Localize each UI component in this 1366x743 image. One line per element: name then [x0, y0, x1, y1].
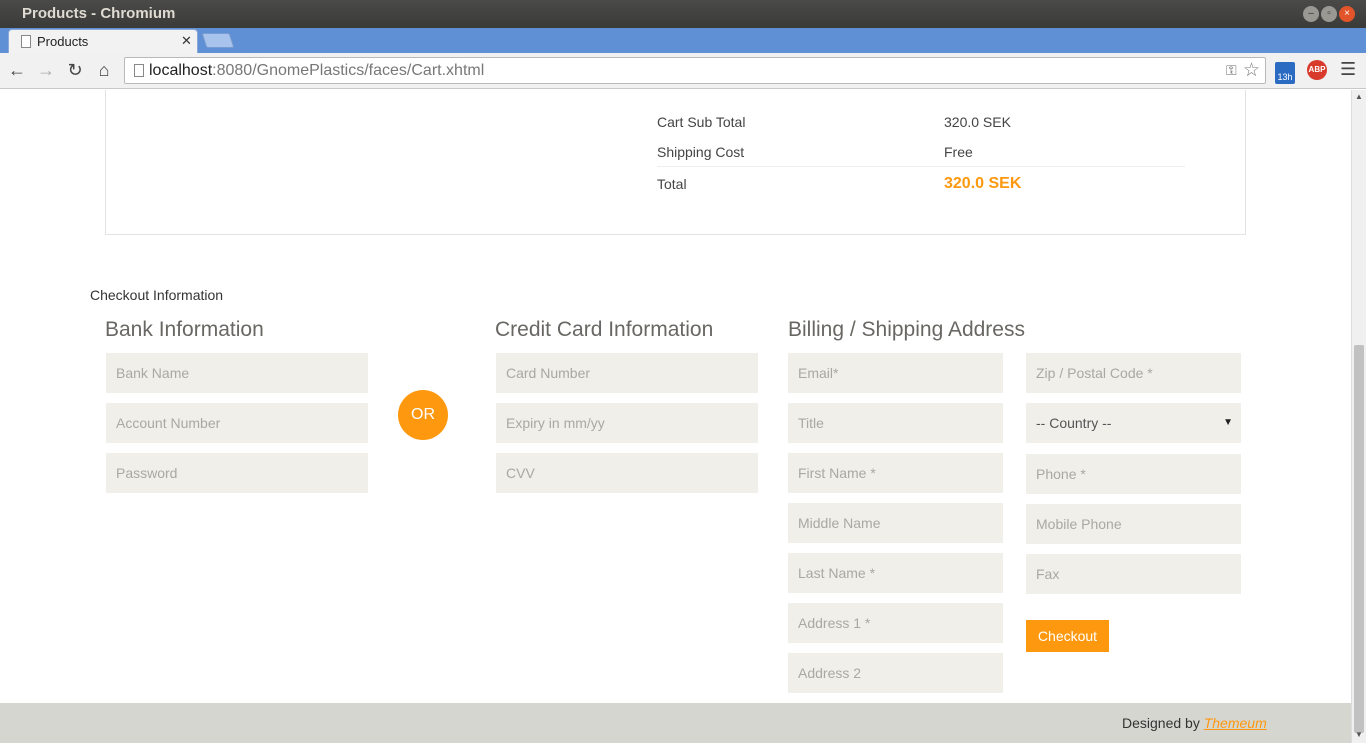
card-heading: Credit Card Information: [495, 318, 714, 341]
password-input[interactable]: [106, 453, 368, 493]
subtotal-value: 320.0 SEK: [944, 114, 1011, 130]
page-icon: [134, 64, 144, 77]
maximize-icon[interactable]: ▫: [1321, 6, 1337, 22]
chevron-down-icon: ▼: [1223, 417, 1233, 428]
vertical-scrollbar[interactable]: ▲ ▼: [1351, 90, 1366, 743]
total-value: 320.0 SEK: [944, 175, 1022, 192]
browser-toolbar: ← → ↻ ⌂ localhost:8080/GnomePlastics/fac…: [0, 53, 1366, 89]
close-tab-icon[interactable]: ✕: [181, 33, 192, 49]
shipping-value: Free: [944, 144, 973, 160]
checkout-section-title: Checkout Information: [90, 287, 224, 303]
forward-icon[interactable]: →: [35, 59, 57, 81]
scrollbar-thumb[interactable]: [1354, 345, 1364, 733]
address2-input[interactable]: [788, 653, 1003, 693]
total-row: Total 320.0 SEK: [657, 166, 1185, 196]
cvv-input[interactable]: [496, 453, 758, 493]
middle-name-input[interactable]: [788, 503, 1003, 543]
last-name-input[interactable]: [788, 553, 1003, 593]
footer: Designed by Themeum: [0, 703, 1351, 743]
bookmark-star-icon[interactable]: ☆: [1243, 59, 1260, 82]
first-name-input[interactable]: [788, 453, 1003, 493]
total-label: Total: [657, 176, 687, 192]
account-number-input[interactable]: [106, 403, 368, 443]
fax-input[interactable]: [1026, 554, 1241, 594]
title-input[interactable]: [788, 403, 1003, 443]
bank-name-input[interactable]: [106, 353, 368, 393]
address-heading: Billing / Shipping Address: [788, 318, 1025, 341]
expiry-input[interactable]: [496, 403, 758, 443]
tab-products[interactable]: Products ✕: [8, 29, 198, 53]
window-title: Products - Chromium: [22, 5, 176, 22]
country-select[interactable]: -- Country -- ▼: [1026, 403, 1241, 443]
window-titlebar: Products - Chromium – ▫ ×: [0, 0, 1366, 28]
tab-label: Products: [37, 34, 89, 49]
key-icon[interactable]: ⚿: [1226, 62, 1237, 79]
bank-heading: Bank Information: [105, 318, 264, 341]
home-icon[interactable]: ⌂: [93, 59, 115, 81]
address1-input[interactable]: [788, 603, 1003, 643]
page-icon: [21, 35, 31, 48]
page-content: Cart Sub Total 320.0 SEK Shipping Cost F…: [0, 90, 1351, 743]
email-input[interactable]: [788, 353, 1003, 393]
cart-totals-box: Cart Sub Total 320.0 SEK Shipping Cost F…: [105, 90, 1246, 235]
close-window-icon[interactable]: ×: [1339, 6, 1355, 22]
address-bar[interactable]: localhost:8080/GnomePlastics/faces/Cart.…: [124, 57, 1266, 84]
back-icon[interactable]: ←: [6, 59, 28, 81]
scroll-down-icon[interactable]: ▼: [1355, 730, 1363, 739]
new-tab-button[interactable]: [201, 33, 235, 48]
shipping-label: Shipping Cost: [657, 144, 745, 160]
adblock-icon[interactable]: ABP: [1307, 60, 1327, 80]
calendar-extension-icon[interactable]: 13h: [1275, 62, 1295, 84]
country-selected-value: -- Country --: [1036, 415, 1112, 431]
reload-icon[interactable]: ↻: [64, 59, 86, 81]
menu-icon[interactable]: ☰: [1340, 59, 1356, 80]
phone-input[interactable]: [1026, 454, 1241, 494]
url-text[interactable]: localhost:8080/GnomePlastics/faces/Cart.…: [149, 62, 484, 80]
or-badge: OR: [398, 390, 448, 440]
zip-input[interactable]: [1026, 353, 1241, 393]
subtotal-label: Cart Sub Total: [657, 114, 746, 130]
minimize-icon[interactable]: –: [1303, 6, 1319, 22]
checkout-button[interactable]: Checkout: [1026, 620, 1109, 652]
mobile-phone-input[interactable]: [1026, 504, 1241, 544]
footer-credit: Designed by Themeum: [1122, 715, 1267, 731]
themeum-link[interactable]: Themeum: [1204, 715, 1267, 731]
card-number-input[interactable]: [496, 353, 758, 393]
scroll-up-icon[interactable]: ▲: [1355, 92, 1363, 101]
shipping-row: Shipping Cost Free: [657, 144, 1185, 162]
